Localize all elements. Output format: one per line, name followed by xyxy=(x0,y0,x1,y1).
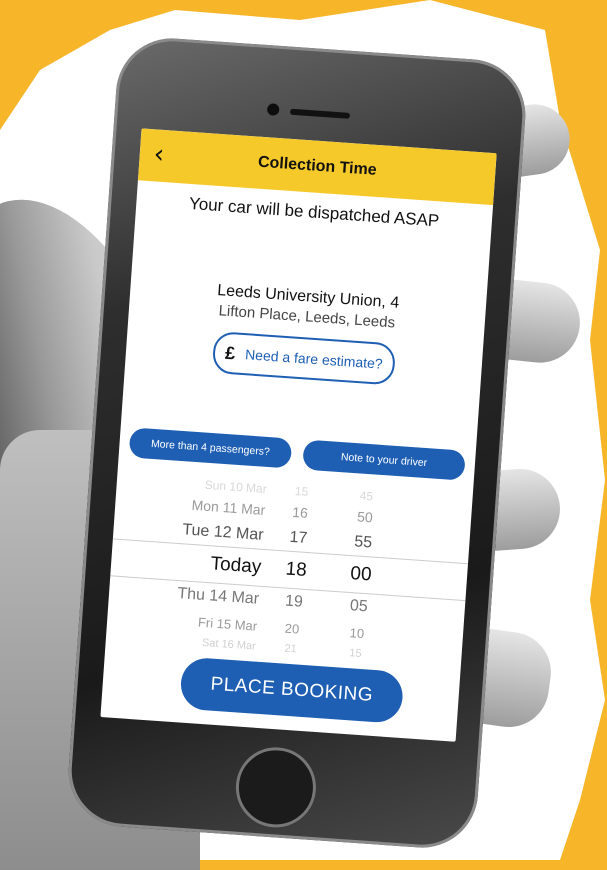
picker-hour: 20 xyxy=(284,620,300,637)
home-button[interactable] xyxy=(233,744,319,831)
picker-hour: 16 xyxy=(291,503,309,521)
picker-hour: 19 xyxy=(284,592,304,611)
app-screen: ‹ Collection Time Your car will be dispa… xyxy=(100,128,497,742)
time-picker[interactable]: Sun 10 Mar 15 45 Mon 11 Mar 16 50 Tue 12… xyxy=(106,471,472,660)
fare-estimate-button[interactable]: £ Need a fare estimate? xyxy=(211,330,397,386)
page-title: Collection Time xyxy=(257,153,378,179)
front-camera-icon xyxy=(266,103,280,116)
picker-day: Today xyxy=(209,553,262,578)
phone-device: ‹ Collection Time Your car will be dispa… xyxy=(64,34,530,852)
picker-minute: 15 xyxy=(348,647,362,661)
fare-estimate-label: Need a fare estimate? xyxy=(244,346,384,372)
speaker-grille xyxy=(289,108,351,119)
place-booking-button[interactable]: PLACE BOOKING xyxy=(179,656,405,724)
option-buttons-row: More than 4 passengers? Note to your dri… xyxy=(119,427,476,482)
picker-minute: 55 xyxy=(353,533,373,552)
picker-minute: 50 xyxy=(356,508,374,526)
more-passengers-button[interactable]: More than 4 passengers? xyxy=(128,427,293,469)
picker-hour: 21 xyxy=(284,642,298,656)
picker-minute: 05 xyxy=(349,597,369,616)
picker-hour: 18 xyxy=(284,558,308,581)
picker-minute: 00 xyxy=(349,563,373,586)
pound-icon: £ xyxy=(224,342,236,363)
picker-minute: 10 xyxy=(349,624,365,641)
driver-note-button[interactable]: Note to your driver xyxy=(302,439,466,481)
picker-hour: 17 xyxy=(288,528,308,547)
